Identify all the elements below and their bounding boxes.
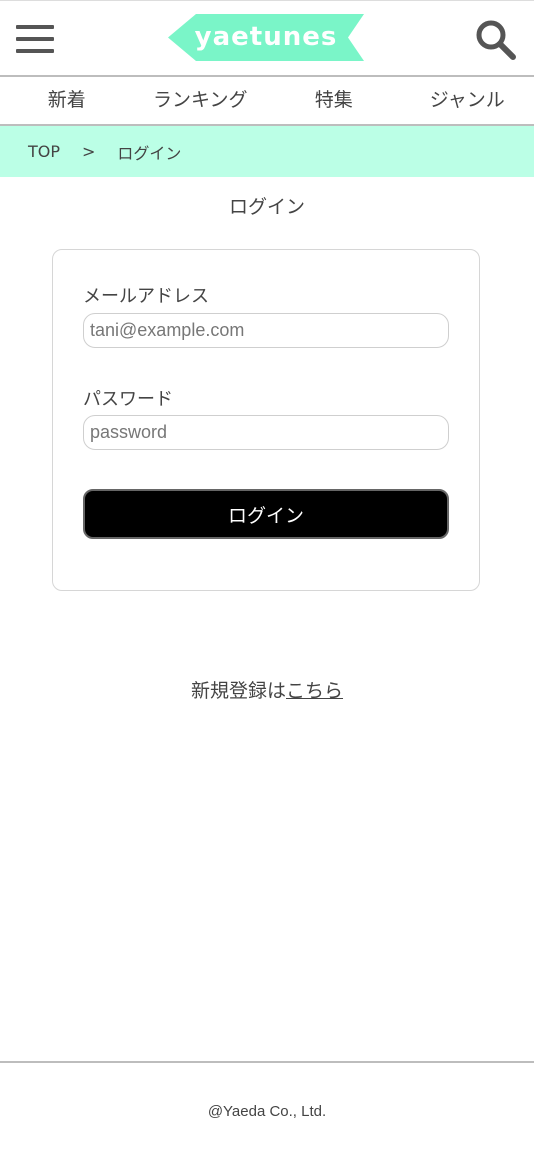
- nav-item-ranking[interactable]: ランキング: [134, 77, 268, 124]
- email-label: メールアドレス: [83, 286, 209, 307]
- main-nav: 新着 ランキング 特集 ジャンル: [0, 77, 534, 126]
- menu-bar: [16, 49, 54, 53]
- register-text: 新規登録は: [190, 680, 286, 702]
- nav-item-feature[interactable]: 特集: [267, 77, 401, 124]
- nav-item-new[interactable]: 新着: [0, 77, 134, 124]
- nav-item-genre[interactable]: ジャンル: [401, 77, 534, 124]
- login-button[interactable]: ログイン: [83, 489, 449, 539]
- page-title: ログイン: [228, 196, 305, 218]
- site-header: yaetunes: [0, 0, 534, 77]
- register-link[interactable]: こちら: [286, 680, 343, 702]
- breadcrumb-current: ログイン: [117, 143, 182, 163]
- email-field[interactable]: [83, 313, 449, 348]
- hamburger-icon[interactable]: [16, 25, 54, 53]
- logo-text: yaetunes: [194, 22, 338, 52]
- password-label: パスワード: [83, 389, 173, 410]
- breadcrumb-separator: >: [82, 142, 96, 161]
- site-footer: @Yaeda Co., Ltd.: [0, 1061, 534, 1162]
- search-icon[interactable]: [474, 19, 518, 61]
- breadcrumb-top-link[interactable]: TOP: [28, 142, 60, 161]
- register-prompt: 新規登録はこちら: [0, 676, 534, 703]
- menu-bar: [16, 25, 54, 29]
- breadcrumb: TOP > ログイン: [0, 126, 534, 177]
- copyright-text: @Yaeda Co., Ltd.: [207, 1103, 327, 1120]
- site-logo[interactable]: yaetunes: [168, 14, 364, 61]
- password-field[interactable]: [83, 415, 449, 450]
- menu-bar: [16, 37, 54, 41]
- login-form: メールアドレス パスワード ログイン: [52, 249, 480, 591]
